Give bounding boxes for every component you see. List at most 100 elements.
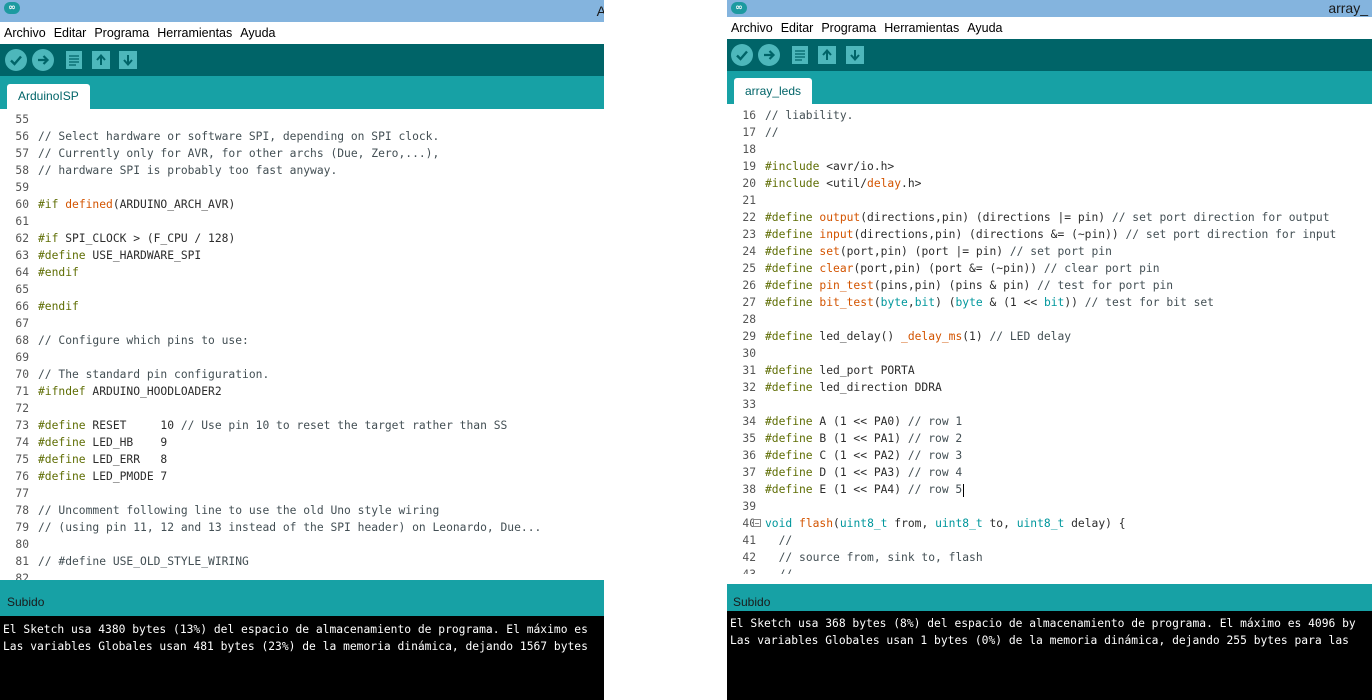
- code-line[interactable]: 32 #define led_direction DDRA: [727, 379, 1372, 396]
- code-line[interactable]: 81 // #define USE_OLD_STYLE_WIRING: [0, 553, 604, 570]
- menu-archivo[interactable]: Archivo: [0, 22, 50, 44]
- tab-array-leds[interactable]: array_leds: [734, 78, 813, 104]
- code-line[interactable]: 27 #define bit_test(byte,bit) (byte & (1 …: [727, 294, 1372, 311]
- code-text: #define E (1 << PA4) // row 5: [765, 483, 965, 497]
- code-line[interactable]: 61: [0, 213, 604, 230]
- code-line[interactable]: 58 // hardware SPI is probably too fast a…: [0, 162, 604, 179]
- menu-programa[interactable]: Programa: [90, 22, 153, 44]
- code-line[interactable]: 66 #endif: [0, 298, 604, 315]
- code-line[interactable]: 29 #define led_delay() _delay_ms(1) // LE…: [727, 328, 1372, 345]
- code-line[interactable]: 63 #define USE_HARDWARE_SPI: [0, 247, 604, 264]
- code-line[interactable]: 71 #ifndef ARDUINO_HOODLOADER2: [0, 383, 604, 400]
- code-line[interactable]: 31 #define led_port PORTA: [727, 362, 1372, 379]
- menu-ayuda[interactable]: Ayuda: [963, 17, 1006, 39]
- menu-herramientas[interactable]: Herramientas: [880, 17, 963, 39]
- left-ide-window: ∞ A Archivo Editar Programa Herramientas Ayu…: [0, 0, 604, 700]
- code-line[interactable]: 77: [0, 485, 604, 502]
- code-line[interactable]: 65: [0, 281, 604, 298]
- code-line[interactable]: 73 #define RESET 10 // Use pin 10 to rese…: [0, 417, 604, 434]
- output-console[interactable]: El Sketch usa 368 bytes (8%) del espacio…: [727, 611, 1372, 700]
- code-line[interactable]: 33: [727, 396, 1372, 413]
- open-button[interactable]: [816, 44, 838, 66]
- line-number: 37: [742, 466, 756, 479]
- code-line[interactable]: 75 #define LED_ERR 8: [0, 451, 604, 468]
- code-line[interactable]: 68 // Configure which pins to use:: [0, 332, 604, 349]
- code-line[interactable]: 70 // The standard pin configuration.: [0, 366, 604, 383]
- line-number: 35: [742, 432, 756, 445]
- code-line[interactable]: 35 #define B (1 << PA1) // row 2: [727, 430, 1372, 447]
- new-sketch-button[interactable]: [789, 44, 811, 66]
- code-line[interactable]: 57 // Currently only for AVR, for other a…: [0, 145, 604, 162]
- code-line[interactable]: 59: [0, 179, 604, 196]
- code-line[interactable]: 64 #endif: [0, 264, 604, 281]
- code-line[interactable]: 74 #define LED_HB 9: [0, 434, 604, 451]
- open-button[interactable]: [90, 49, 112, 71]
- code-line[interactable]: 25 #define clear(port,pin) (port &= (~pin…: [727, 260, 1372, 277]
- code-line[interactable]: 79 // (using pin 11, 12 and 13 instead of…: [0, 519, 604, 536]
- line-number: 41: [742, 534, 756, 547]
- arrow-down-icon: [846, 46, 864, 64]
- code-line[interactable]: 23 #define input(directions,pin) (directi…: [727, 226, 1372, 243]
- code-text: #define LED_ERR 8: [38, 453, 168, 466]
- verify-button[interactable]: [731, 44, 753, 66]
- code-line[interactable]: 62 #if SPI_CLOCK > (F_CPU / 128): [0, 230, 604, 247]
- new-sketch-button[interactable]: [63, 49, 85, 71]
- code-line[interactable]: 20 #include <util/delay.h>: [727, 175, 1372, 192]
- code-line[interactable]: 17 //: [727, 124, 1372, 141]
- code-line[interactable]: 37 #define D (1 << PA3) // row 4: [727, 464, 1372, 481]
- line-number: 29: [742, 330, 756, 343]
- code-line[interactable]: 21: [727, 192, 1372, 209]
- code-line[interactable]: 30: [727, 345, 1372, 362]
- upload-button[interactable]: [32, 49, 54, 71]
- save-button[interactable]: [844, 44, 866, 66]
- line-number: 63: [15, 249, 29, 262]
- menu-editar[interactable]: Editar: [777, 17, 818, 39]
- menu-ayuda[interactable]: Ayuda: [236, 22, 279, 44]
- fold-toggle-icon[interactable]: −: [753, 519, 761, 528]
- code-editor[interactable]: 16 // liability. 17 // 18 19 #include <avr/io.…: [727, 104, 1372, 574]
- code-text: // source from, sink to, flash: [778, 551, 983, 564]
- code-line[interactable]: 60 #if defined(ARDUINO_ARCH_AVR): [0, 196, 604, 213]
- code-line[interactable]: 67: [0, 315, 604, 332]
- menu-herramientas[interactable]: Herramientas: [153, 22, 236, 44]
- code-line[interactable]: 18: [727, 141, 1372, 158]
- code-line[interactable]: 34 #define A (1 << PA0) // row 1: [727, 413, 1372, 430]
- tab-arduinoisp[interactable]: ArduinoISP: [7, 84, 90, 109]
- code-line[interactable]: 19 #include <avr/io.h>: [727, 158, 1372, 175]
- line-number: 74: [15, 436, 29, 449]
- code-line[interactable]: 38 #define E (1 << PA4) // row 5: [727, 481, 1372, 498]
- code-line[interactable]: 76 #define LED_PMODE 7: [0, 468, 604, 485]
- code-line[interactable]: 16 // liability.: [727, 107, 1372, 124]
- code-line[interactable]: 42 // source from, sink to, flash: [727, 549, 1372, 566]
- code-line[interactable]: 36 #define C (1 << PA2) // row 3: [727, 447, 1372, 464]
- code-line[interactable]: 40− void flash(uint8_t from, uint8_t to, …: [727, 515, 1372, 532]
- verify-button[interactable]: [5, 49, 27, 71]
- menu-archivo[interactable]: Archivo: [727, 17, 777, 39]
- code-line[interactable]: 39: [727, 498, 1372, 515]
- line-number: 20: [742, 177, 756, 190]
- code-line[interactable]: 56 // Select hardware or software SPI, de…: [0, 128, 604, 145]
- code-line[interactable]: 72: [0, 400, 604, 417]
- code-line[interactable]: 28: [727, 311, 1372, 328]
- menu-editar[interactable]: Editar: [50, 22, 91, 44]
- code-line[interactable]: 24 #define set(port,pin) (port |= pin) //…: [727, 243, 1372, 260]
- code-line[interactable]: 55: [0, 111, 604, 128]
- code-editor[interactable]: 55 56 // Select hardware or software SPI, …: [0, 109, 604, 580]
- code-line[interactable]: 43 //: [727, 566, 1372, 574]
- code-line[interactable]: 80: [0, 536, 604, 553]
- menu-programa[interactable]: Programa: [817, 17, 880, 39]
- code-line[interactable]: 78 // Uncomment following line to use the…: [0, 502, 604, 519]
- checkmark-icon: [736, 50, 748, 61]
- line-number: 82: [15, 572, 29, 580]
- save-button[interactable]: [117, 49, 139, 71]
- upload-button[interactable]: [758, 44, 780, 66]
- line-number: 21: [742, 194, 756, 207]
- code-line[interactable]: 22 #define output(directions,pin) (direct…: [727, 209, 1372, 226]
- line-number: 28: [742, 313, 756, 326]
- code-line[interactable]: 69: [0, 349, 604, 366]
- line-number: 64: [15, 266, 29, 279]
- code-line[interactable]: 26 #define pin_test(pins,pin) (pins & pin…: [727, 277, 1372, 294]
- code-line[interactable]: 41 //: [727, 532, 1372, 549]
- code-line[interactable]: 82: [0, 570, 604, 580]
- output-console[interactable]: El Sketch usa 4380 bytes (13%) del espac…: [0, 616, 604, 700]
